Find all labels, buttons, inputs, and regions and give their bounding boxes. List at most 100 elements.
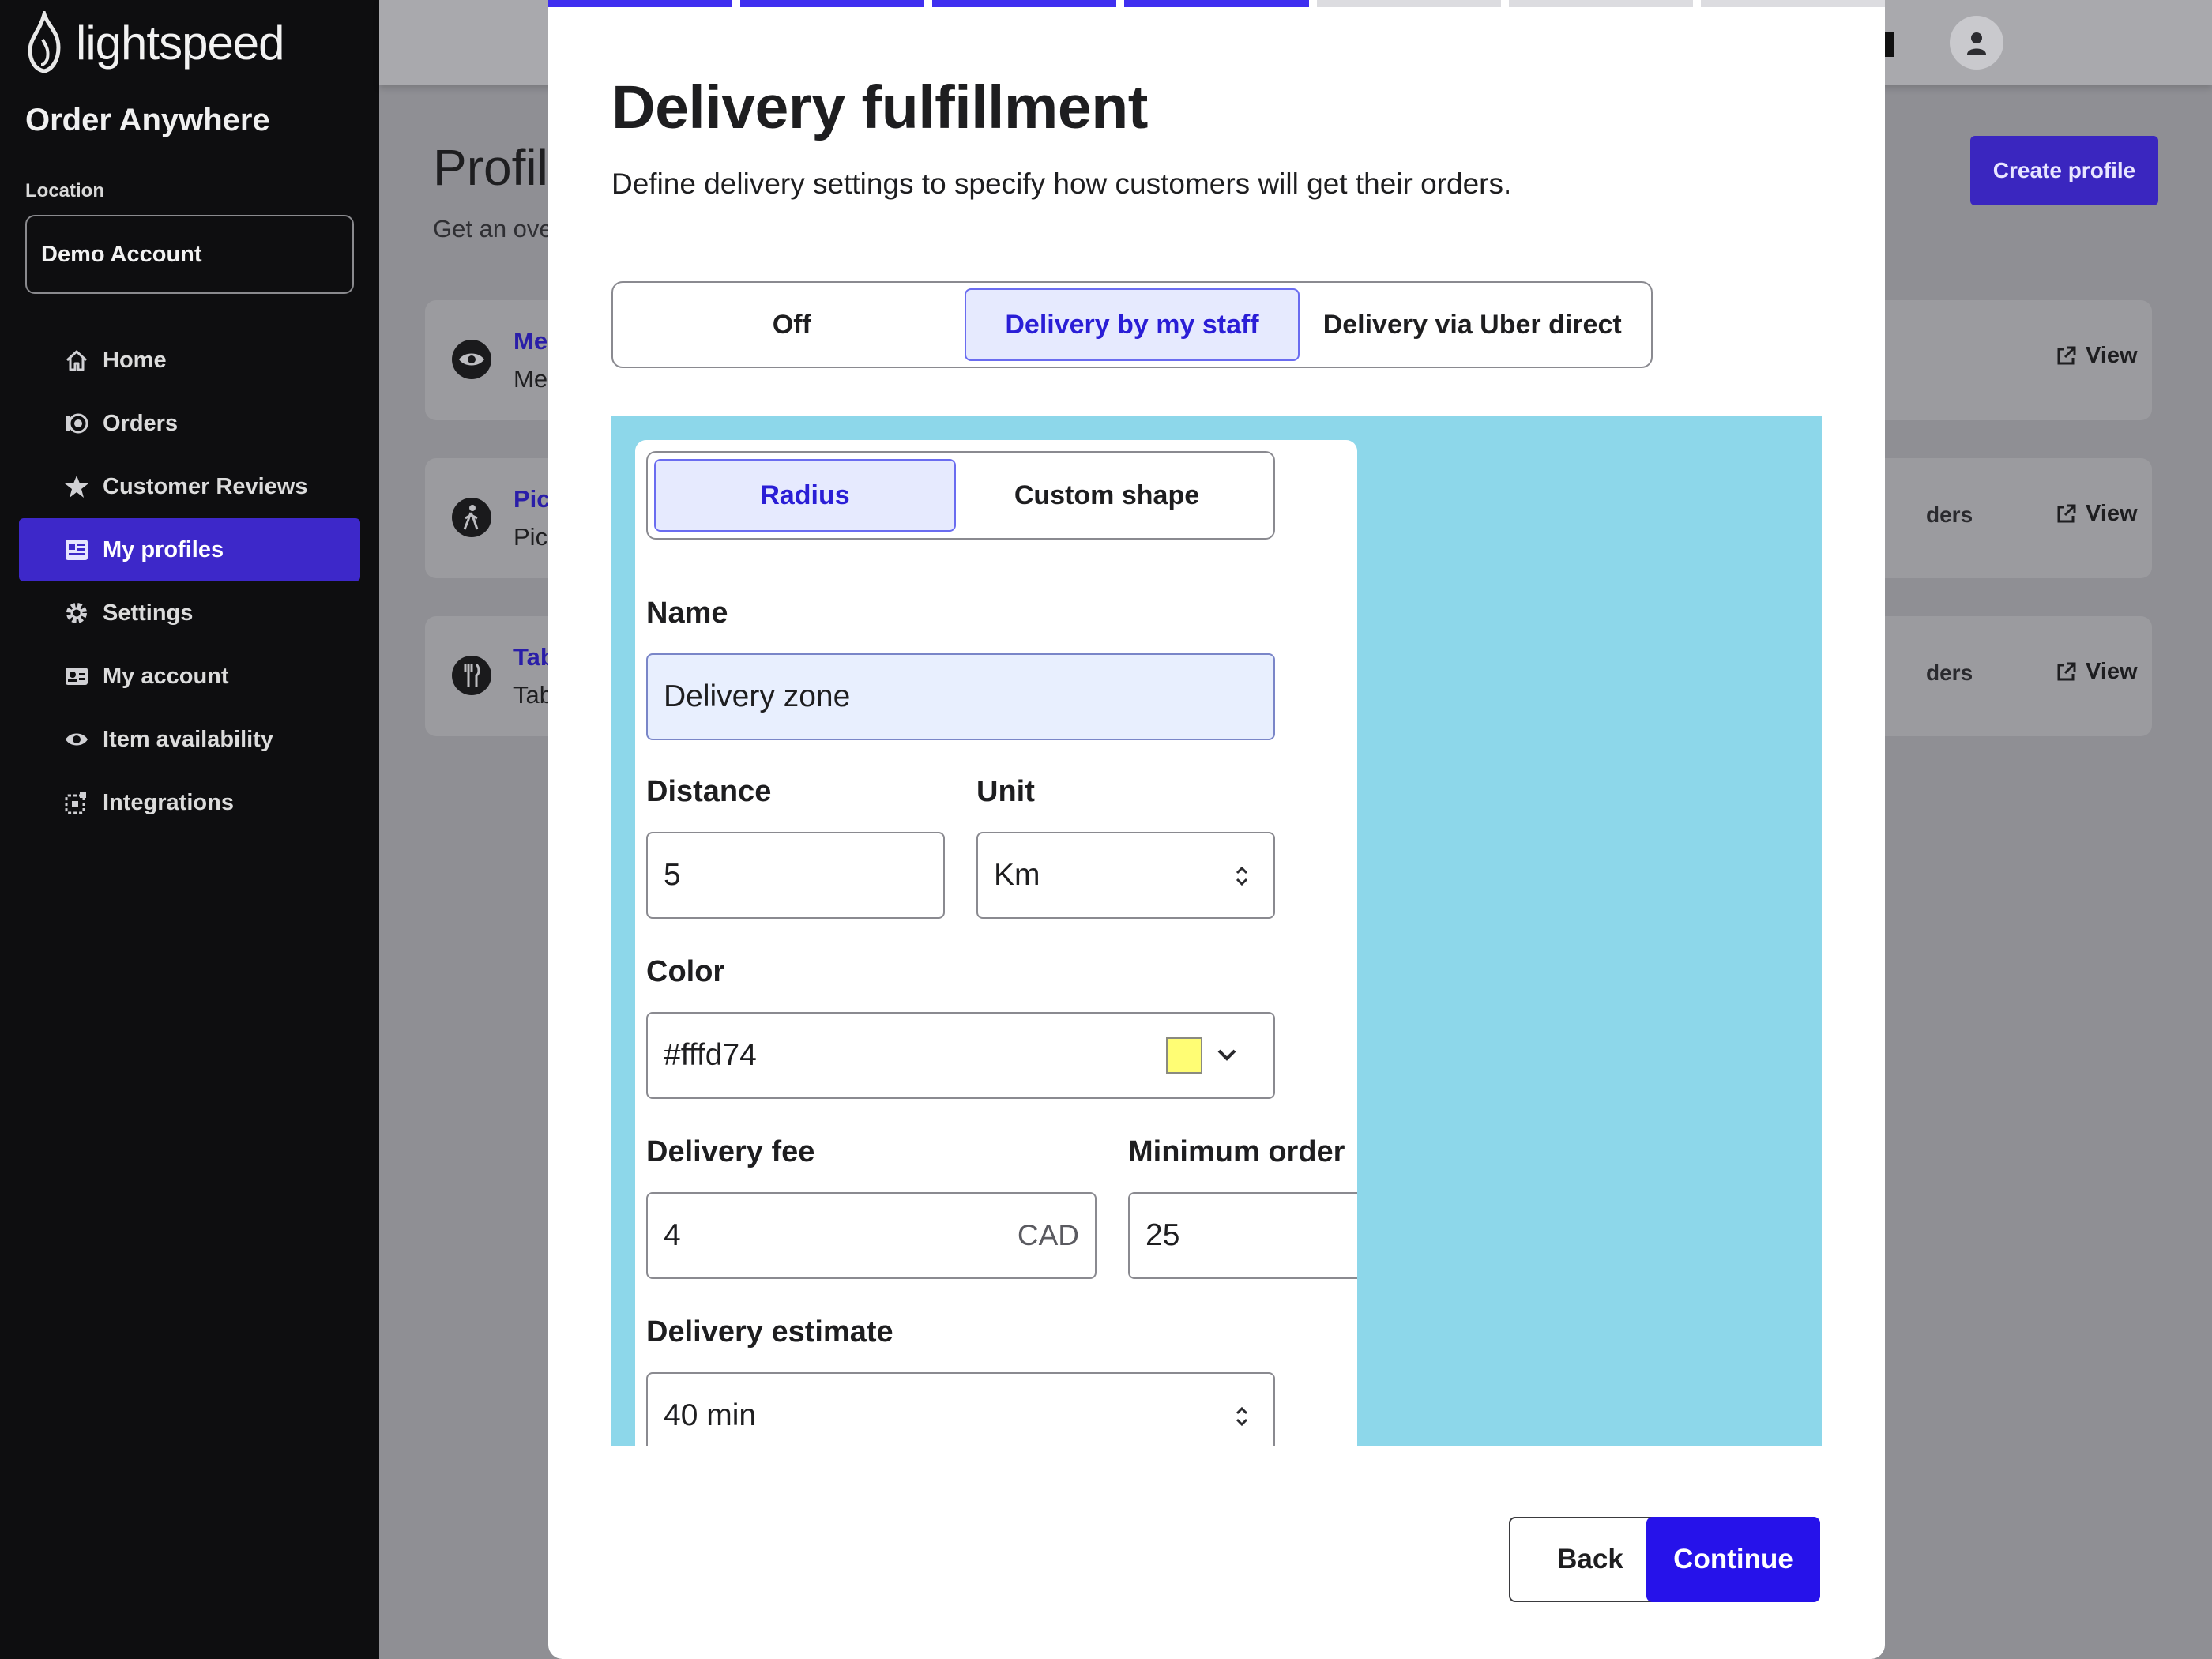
sidebar-item-label: Orders	[103, 410, 179, 436]
name-label: Name	[646, 596, 728, 630]
profiles-icon	[63, 536, 90, 563]
account-card-icon	[63, 663, 90, 690]
view-link[interactable]: View	[2056, 501, 2138, 527]
brand-logo[interactable]: lightspeed	[24, 11, 285, 74]
unit-select[interactable]: Km	[976, 832, 1275, 919]
option-delivery-by-my-staff[interactable]: Delivery by my staff	[964, 288, 1300, 361]
profile-card-subtitle: Pic	[514, 523, 548, 551]
sidebar-item-home[interactable]: Home	[19, 329, 360, 392]
external-link-icon	[2057, 504, 2076, 522]
continue-button[interactable]: Continue	[1646, 1517, 1820, 1602]
create-profile-button[interactable]: Create profile	[1970, 136, 2158, 205]
view-label: View	[2086, 343, 2138, 368]
sidebar-item-my-profiles[interactable]: My profiles	[19, 518, 360, 581]
profile-card-subtitle: Me	[514, 365, 548, 393]
zone-shape-selector: Radius Custom shape	[646, 451, 1275, 540]
sidebar-item-orders[interactable]: Orders	[19, 392, 360, 455]
profile-card-orders: ders	[1926, 502, 1973, 527]
sidebar: lightspeed Order Anywhere Location Demo …	[0, 0, 379, 1659]
orders-icon	[63, 410, 90, 437]
fulfillment-mode-selector: Off Delivery by my staff Delivery via Ub…	[611, 281, 1653, 368]
eye-icon	[63, 726, 90, 753]
delivery-fulfillment-modal: Delivery fulfillment Define delivery set…	[548, 0, 1885, 1659]
sidebar-item-label: My account	[103, 663, 229, 689]
option-delivery-via-uber-direct[interactable]: Delivery via Uber direct	[1300, 288, 1645, 361]
sidebar-item-label: Customer Reviews	[103, 473, 308, 499]
sidebar-item-label: Integrations	[103, 789, 234, 815]
sidebar-item-my-account[interactable]: My account	[19, 645, 360, 708]
brand-name: lightspeed	[76, 16, 285, 70]
color-picker-input[interactable]: #fffd74	[646, 1012, 1275, 1099]
sidebar-item-settings[interactable]: Settings	[19, 581, 360, 645]
sidebar-item-item-availability[interactable]: Item availability	[19, 708, 360, 771]
progress-step	[1124, 0, 1309, 7]
utensils-icon	[452, 656, 491, 695]
minimum-order-label: Minimum order	[1128, 1135, 1345, 1168]
app-title: Order Anywhere	[25, 103, 270, 137]
delivery-estimate-value: 40 min	[664, 1398, 757, 1432]
user-icon	[1967, 32, 1986, 55]
unit-value: Km	[994, 858, 1040, 892]
sidebar-item-label: My profiles	[103, 536, 224, 562]
external-link-icon	[2057, 662, 2076, 680]
walking-icon	[452, 498, 491, 537]
progress-step	[1316, 0, 1501, 7]
star-icon	[63, 473, 90, 500]
option-radius[interactable]: Radius	[654, 459, 956, 532]
progress-step	[1700, 0, 1885, 7]
distance-input[interactable]: 5	[646, 832, 945, 919]
delivery-zone-map[interactable]: Radius Custom shape Name Delivery zone D…	[611, 416, 1822, 1446]
up-down-chevron-icon	[1236, 866, 1248, 886]
modal-subtitle: Define delivery settings to specify how …	[611, 167, 1512, 200]
chevron-down-icon	[1217, 1049, 1236, 1061]
progress-step	[740, 0, 925, 7]
sidebar-nav: Home Orders Customer Reviews My profiles…	[19, 329, 360, 834]
eye-icon	[452, 340, 491, 379]
profile-card-title[interactable]: Pic	[514, 485, 551, 514]
modal-title: Delivery fulfillment	[611, 73, 1148, 141]
delivery-estimate-select[interactable]: 40 min	[646, 1372, 1275, 1446]
location-label: Location	[25, 180, 104, 201]
option-custom-shape[interactable]: Custom shape	[956, 459, 1258, 532]
delivery-fee-input[interactable]: 4 CAD	[646, 1192, 1097, 1279]
color-label: Color	[646, 955, 725, 988]
progress-step	[548, 0, 733, 7]
progress-steps	[548, 0, 1885, 7]
sidebar-item-integrations[interactable]: Integrations	[19, 771, 360, 834]
delivery-estimate-label: Delivery estimate	[646, 1315, 893, 1349]
profile-card-orders: ders	[1926, 660, 1973, 685]
currency-suffix: CAD	[1017, 1219, 1079, 1251]
color-swatch	[1166, 1037, 1202, 1074]
progress-step	[1508, 0, 1693, 7]
profile-card-subtitle: Tab	[514, 681, 553, 709]
sidebar-item-label: Home	[103, 347, 167, 373]
progress-step	[932, 0, 1117, 7]
zone-name-input[interactable]: Delivery zone	[646, 653, 1275, 740]
location-selector[interactable]: Demo Account	[25, 215, 354, 294]
lightspeed-flame-icon	[28, 11, 61, 73]
sidebar-item-label: Settings	[103, 600, 194, 626]
up-down-chevron-icon	[1236, 1406, 1248, 1427]
external-link-icon	[2057, 346, 2076, 364]
integrations-icon	[63, 789, 90, 816]
sidebar-item-label: Item availability	[103, 726, 273, 752]
view-label: View	[2086, 659, 2138, 684]
minimum-order-input[interactable]: 25	[1128, 1192, 1357, 1279]
view-label: View	[2086, 501, 2138, 526]
zone-editor-panel: Radius Custom shape Name Delivery zone D…	[635, 440, 1357, 1446]
color-value: #fffd74	[664, 1038, 757, 1072]
view-link[interactable]: View	[2056, 659, 2138, 685]
option-off[interactable]: Off	[619, 288, 965, 361]
page-subtitle: Get an ove	[433, 215, 553, 243]
page-title: Profil	[433, 139, 548, 196]
unit-label: Unit	[976, 775, 1035, 808]
avatar[interactable]	[1950, 16, 2003, 70]
profile-card-title[interactable]: Me	[514, 327, 547, 356]
delivery-fee-label: Delivery fee	[646, 1135, 815, 1168]
gear-icon	[63, 600, 90, 626]
distance-label: Distance	[646, 775, 772, 808]
sidebar-item-customer-reviews[interactable]: Customer Reviews	[19, 455, 360, 518]
delivery-fee-value: 4	[664, 1218, 681, 1252]
view-link[interactable]: View	[2056, 343, 2138, 369]
home-icon	[63, 347, 90, 374]
